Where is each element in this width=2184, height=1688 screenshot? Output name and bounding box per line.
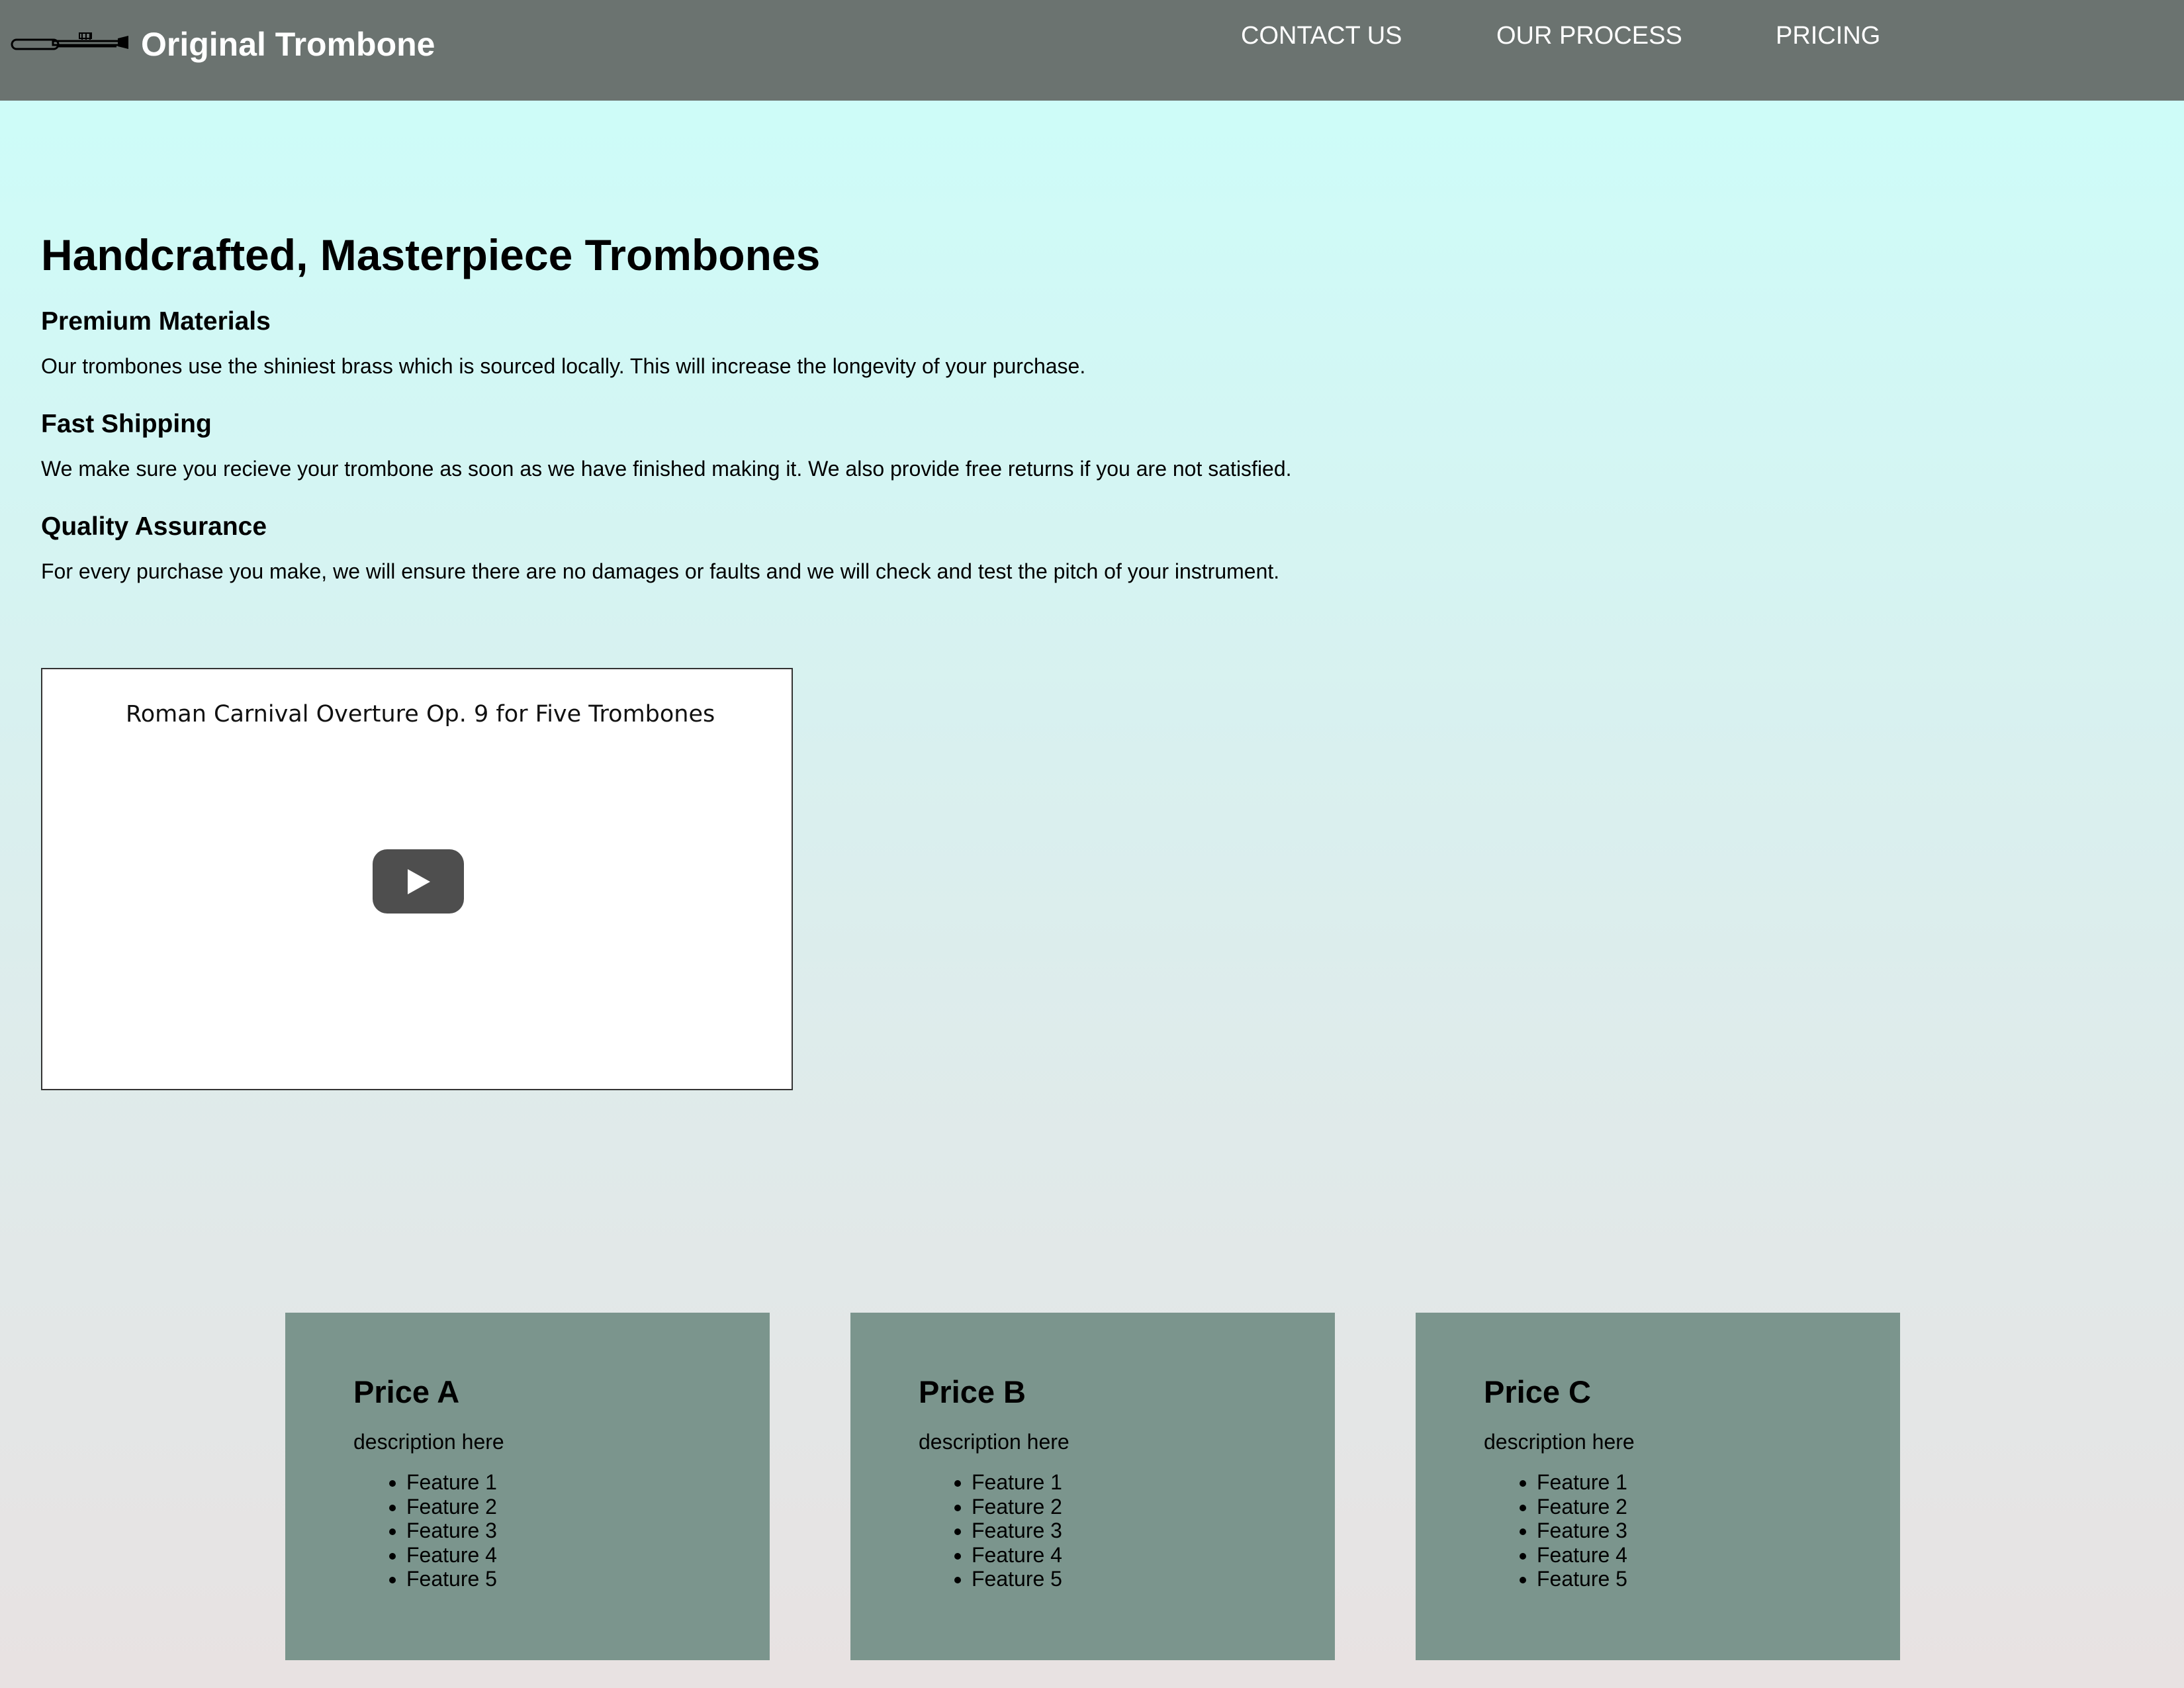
trombone-icon[interactable] [11, 26, 132, 61]
feature-premium-materials: Premium Materials Our trombones use the … [41, 302, 1085, 381]
page-title: Handcrafted, Masterpiece Trombones [41, 230, 821, 279]
price-feature-list: Feature 1 Feature 2 Feature 3 Feature 4 … [353, 1470, 770, 1591]
price-description: description here [919, 1430, 1069, 1454]
price-card-b: Price B description here Feature 1 Featu… [850, 1313, 1335, 1660]
price-feature-item: Feature 1 [972, 1470, 1335, 1495]
price-feature-item: Feature 1 [1537, 1470, 1900, 1495]
price-feature-item: Feature 2 [1537, 1495, 1900, 1519]
feature-heading: Premium Materials [41, 307, 271, 336]
feature-text: We make sure you recieve your trombone a… [41, 457, 1292, 481]
price-feature-item: Feature 3 [406, 1519, 770, 1543]
feature-fast-shipping: Fast Shipping We make sure you recieve y… [41, 404, 1292, 484]
main-content: Handcrafted, Masterpiece Trombones Premi… [41, 218, 1497, 583]
price-feature-item: Feature 3 [972, 1519, 1335, 1543]
video-title[interactable]: Roman Carnival Overture Op. 9 for Five T… [126, 698, 715, 730]
video-embed[interactable]: Roman Carnival Overture Op. 9 for Five T… [41, 668, 793, 1090]
nav-pricing[interactable]: PRICING [1776, 19, 1880, 53]
feature-heading: Quality Assurance [41, 512, 267, 541]
price-title: Price B [919, 1374, 1026, 1409]
brand-name[interactable]: Original Trombone [141, 23, 435, 66]
price-feature-item: Feature 3 [1537, 1519, 1900, 1543]
price-card-a: Price A description here Feature 1 Featu… [285, 1313, 770, 1660]
price-feature-item: Feature 4 [972, 1543, 1335, 1568]
price-feature-item: Feature 4 [1537, 1543, 1900, 1568]
price-description: description here [1484, 1430, 1635, 1454]
price-description: description here [353, 1430, 504, 1454]
price-feature-item: Feature 5 [972, 1567, 1335, 1591]
price-feature-item: Feature 5 [1537, 1567, 1900, 1591]
nav-our-process[interactable]: OUR PROCESS [1496, 19, 1682, 53]
feature-text: Our trombones use the shiniest brass whi… [41, 354, 1086, 378]
price-card-c: Price C description here Feature 1 Featu… [1416, 1313, 1900, 1660]
price-title: Price A [353, 1374, 460, 1409]
feature-quality-assurance: Quality Assurance For every purchase you… [41, 507, 1279, 586]
price-feature-item: Feature 5 [406, 1567, 770, 1591]
feature-heading: Fast Shipping [41, 410, 212, 438]
site-header: Original Trombone CONTACT US OUR PROCESS… [0, 0, 2184, 101]
price-title: Price C [1484, 1374, 1591, 1409]
price-feature-item: Feature 1 [406, 1470, 770, 1495]
play-button[interactable] [373, 849, 464, 914]
play-icon [408, 869, 430, 894]
feature-text: For every purchase you make, we will ens… [41, 559, 1280, 583]
price-feature-item: Feature 2 [406, 1495, 770, 1519]
price-feature-item: Feature 2 [972, 1495, 1335, 1519]
price-feature-list: Feature 1 Feature 2 Feature 3 Feature 4 … [1484, 1470, 1900, 1591]
nav-contact-us[interactable]: CONTACT US [1241, 19, 1402, 53]
price-feature-list: Feature 1 Feature 2 Feature 3 Feature 4 … [919, 1470, 1335, 1591]
price-feature-item: Feature 4 [406, 1543, 770, 1568]
